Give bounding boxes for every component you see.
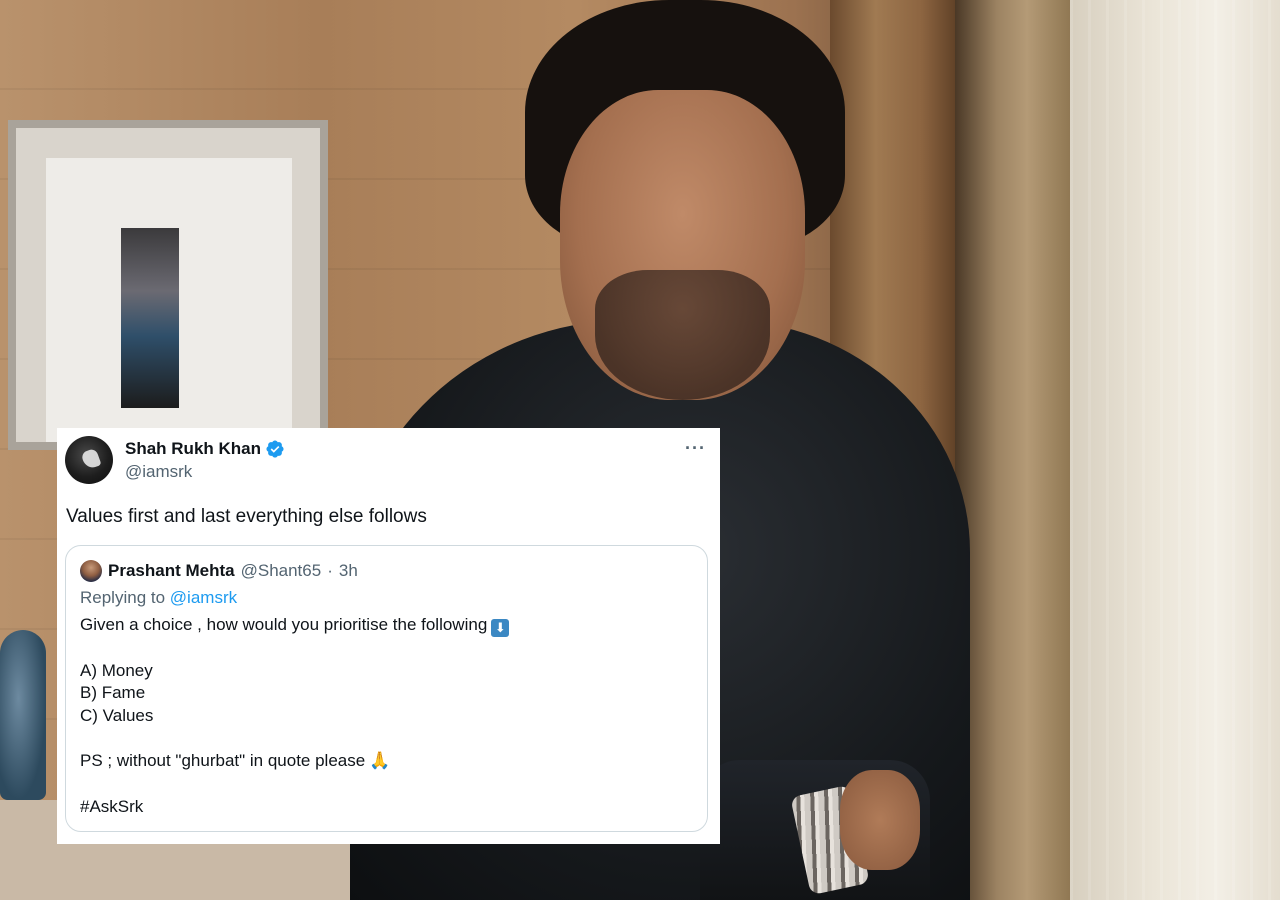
person-hand xyxy=(840,770,920,870)
ps-line: PS ; without "ghurbat" in quote please 🙏 xyxy=(80,750,509,773)
replying-prefix: Replying to xyxy=(80,588,166,607)
option-c: C) Values xyxy=(80,706,154,726)
vase xyxy=(0,630,46,800)
quoted-tweet[interactable]: Prashant Mehta @Shant65 · 3h Replying to… xyxy=(65,545,708,832)
question-line: Given a choice , how would you prioritis… xyxy=(80,614,510,637)
hashtag-askSrk[interactable]: #AskSrk xyxy=(80,796,509,819)
author-name-row: Shah Rukh Khan xyxy=(125,439,285,459)
meta-separator: · xyxy=(327,561,333,580)
option-a: A) Money xyxy=(80,660,153,680)
more-icon[interactable]: ··· xyxy=(685,438,706,459)
tweet-text: Values first and last everything else fo… xyxy=(66,506,427,527)
author-handle[interactable]: @iamsrk xyxy=(125,462,192,482)
quoted-tweet-header: Prashant Mehta @Shant65 · 3h xyxy=(80,560,358,582)
verified-badge-icon xyxy=(266,440,284,458)
down-arrow-emoji-icon: ⬇ xyxy=(491,619,510,637)
author-avatar[interactable] xyxy=(65,436,113,484)
quoted-tweet-time[interactable]: 3h xyxy=(339,561,358,581)
ps-text: PS ; without "ghurbat" in quote please xyxy=(80,751,366,771)
quoted-tweet-body: Given a choice , how would you prioritis… xyxy=(80,614,510,819)
curtain-dark xyxy=(955,0,1075,900)
wall-picture-frame xyxy=(8,120,328,450)
option-b: B) Fame xyxy=(80,683,146,703)
person-beard xyxy=(595,270,770,400)
replying-to: Replying to @iamsrk xyxy=(80,588,237,608)
quoted-author-avatar[interactable] xyxy=(80,560,102,582)
folded-hands-emoji-icon: 🙏 xyxy=(369,751,391,771)
author-name[interactable]: Shah Rukh Khan xyxy=(125,439,261,459)
curtain-light xyxy=(1070,0,1280,900)
tweet-card: Shah Rukh Khan @iamsrk ··· Values first … xyxy=(57,428,720,844)
question-text: Given a choice , how would you prioritis… xyxy=(80,615,488,634)
replying-handle-link[interactable]: @iamsrk xyxy=(170,588,237,607)
quoted-author-handle[interactable]: @Shant65 xyxy=(241,561,322,581)
quoted-author-name[interactable]: Prashant Mehta xyxy=(108,561,235,581)
